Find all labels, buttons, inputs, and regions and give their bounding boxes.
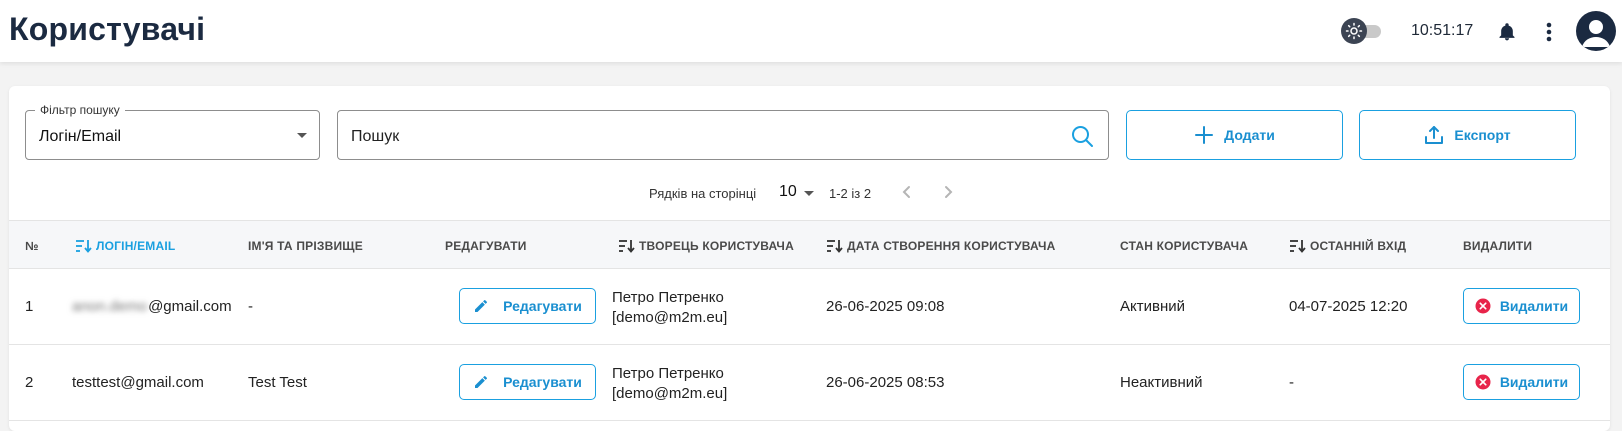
pencil-icon bbox=[475, 375, 488, 388]
sort-icon bbox=[827, 240, 843, 253]
upload-icon bbox=[1425, 126, 1444, 144]
cell-number: 1 bbox=[25, 298, 34, 315]
sun-icon bbox=[1341, 18, 1367, 44]
rows-per-page-label: Рядків на сторінці bbox=[649, 186, 757, 201]
add-label: Додати bbox=[1224, 127, 1275, 143]
creator-email: [demo@m2m.eu] bbox=[612, 385, 728, 402]
search-input[interactable] bbox=[351, 125, 1031, 149]
pencil-icon bbox=[475, 299, 488, 312]
cell-number: 2 bbox=[25, 374, 34, 391]
cell-name: - bbox=[248, 298, 253, 315]
edit-button[interactable]: Редагувати bbox=[459, 288, 596, 324]
edit-button[interactable]: Редагувати bbox=[459, 364, 596, 400]
column-status: Стан користувача bbox=[1120, 239, 1249, 253]
add-user-button[interactable]: Додати bbox=[1126, 110, 1343, 160]
bell-icon[interactable] bbox=[1497, 21, 1517, 43]
cell-name: Test Test bbox=[248, 374, 307, 391]
rows-per-page-select[interactable]: 10 bbox=[779, 183, 797, 201]
more-vert-icon[interactable] bbox=[1540, 21, 1558, 43]
table-row: 2 testtest@gmail.com Test Test Редагуват… bbox=[9, 345, 1610, 421]
column-number: № bbox=[25, 239, 39, 253]
delete-label: Видалити bbox=[1499, 374, 1569, 390]
cell-creator: Петро Петренко [demo@m2m.eu] bbox=[612, 288, 727, 328]
plus-icon bbox=[1195, 126, 1214, 144]
cancel-circle-icon bbox=[1475, 298, 1491, 314]
delete-button[interactable]: Видалити bbox=[1463, 288, 1580, 324]
search-field bbox=[337, 110, 1109, 160]
filter-legend: Фільтр пошуку bbox=[35, 103, 125, 117]
cell-login: testtest@gmail.com bbox=[72, 374, 204, 391]
column-label: Творець користувача bbox=[639, 239, 794, 253]
chevron-right-icon[interactable] bbox=[940, 184, 956, 200]
pagination: Рядків на сторінці 10 1-2 із 2 bbox=[9, 180, 1610, 204]
creator-name: Петро Петренко bbox=[612, 289, 724, 306]
cell-login: anon.demo@gmail.com bbox=[72, 298, 232, 315]
sort-icon bbox=[1290, 240, 1306, 253]
sort-icon bbox=[76, 240, 92, 253]
cell-created-date: 26-06-2025 08:53 bbox=[826, 374, 945, 391]
caret-down-icon bbox=[297, 133, 307, 138]
avatar[interactable] bbox=[1576, 11, 1616, 51]
column-edit: Редагувати bbox=[445, 239, 527, 253]
column-created-date[interactable]: Дата створення користувача bbox=[826, 239, 1055, 253]
sort-icon bbox=[619, 240, 635, 253]
app-header: Користувачі 10:51:17 bbox=[0, 0, 1622, 62]
export-button[interactable]: Експорт bbox=[1359, 110, 1576, 160]
column-label: Дата створення користувача bbox=[847, 239, 1056, 253]
creator-name: Петро Петренко bbox=[612, 365, 724, 382]
creator-email: [demo@m2m.eu] bbox=[612, 309, 728, 326]
search-icon[interactable] bbox=[1070, 124, 1094, 148]
users-card: Фільтр пошуку Логін/Email Додати Експорт… bbox=[9, 86, 1610, 431]
column-last-login[interactable]: Останній вхід bbox=[1289, 239, 1406, 253]
edit-label: Редагувати bbox=[503, 298, 582, 314]
caret-down-icon[interactable] bbox=[804, 191, 814, 196]
export-label: Експорт bbox=[1454, 127, 1511, 143]
theme-toggle[interactable] bbox=[1341, 18, 1383, 44]
login-domain: @gmail.com bbox=[148, 298, 232, 315]
table-row: 1 anon.demo@gmail.com - Редагувати Петро… bbox=[9, 269, 1610, 345]
search-filter-select[interactable]: Фільтр пошуку Логін/Email bbox=[25, 103, 320, 160]
cell-creator: Петро Петренко [demo@m2m.eu] bbox=[612, 364, 727, 404]
blurred-login: anon.demo bbox=[72, 298, 148, 315]
column-label: Логін/Email bbox=[96, 239, 176, 253]
chevron-left-icon[interactable] bbox=[899, 184, 915, 200]
column-delete: Видалити bbox=[1463, 239, 1533, 253]
cell-status: Неактивний bbox=[1120, 374, 1203, 391]
edit-label: Редагувати bbox=[503, 374, 582, 390]
filter-value: Логін/Email bbox=[39, 128, 122, 145]
cell-created-date: 26-06-2025 09:08 bbox=[826, 298, 945, 315]
table-header: № Логін/Email Ім'я та прізвище Редагуват… bbox=[9, 220, 1610, 269]
cancel-circle-icon bbox=[1475, 374, 1491, 390]
page-range: 1-2 із 2 bbox=[829, 186, 872, 201]
clock: 10:51:17 bbox=[1411, 22, 1474, 39]
column-creator[interactable]: Творець користувача bbox=[618, 239, 794, 253]
cell-last-login: - bbox=[1289, 374, 1294, 391]
page-title: Користувачі bbox=[9, 11, 206, 47]
column-label: Останній вхід bbox=[1310, 239, 1407, 253]
cell-status: Активний bbox=[1120, 298, 1185, 315]
cell-last-login: 04-07-2025 12:20 bbox=[1289, 298, 1408, 315]
delete-label: Видалити bbox=[1499, 298, 1569, 314]
user-icon bbox=[1582, 20, 1610, 47]
column-full-name: Ім'я та прізвище bbox=[248, 239, 363, 253]
column-login-email[interactable]: Логін/Email bbox=[75, 239, 175, 253]
delete-button[interactable]: Видалити bbox=[1463, 364, 1580, 400]
